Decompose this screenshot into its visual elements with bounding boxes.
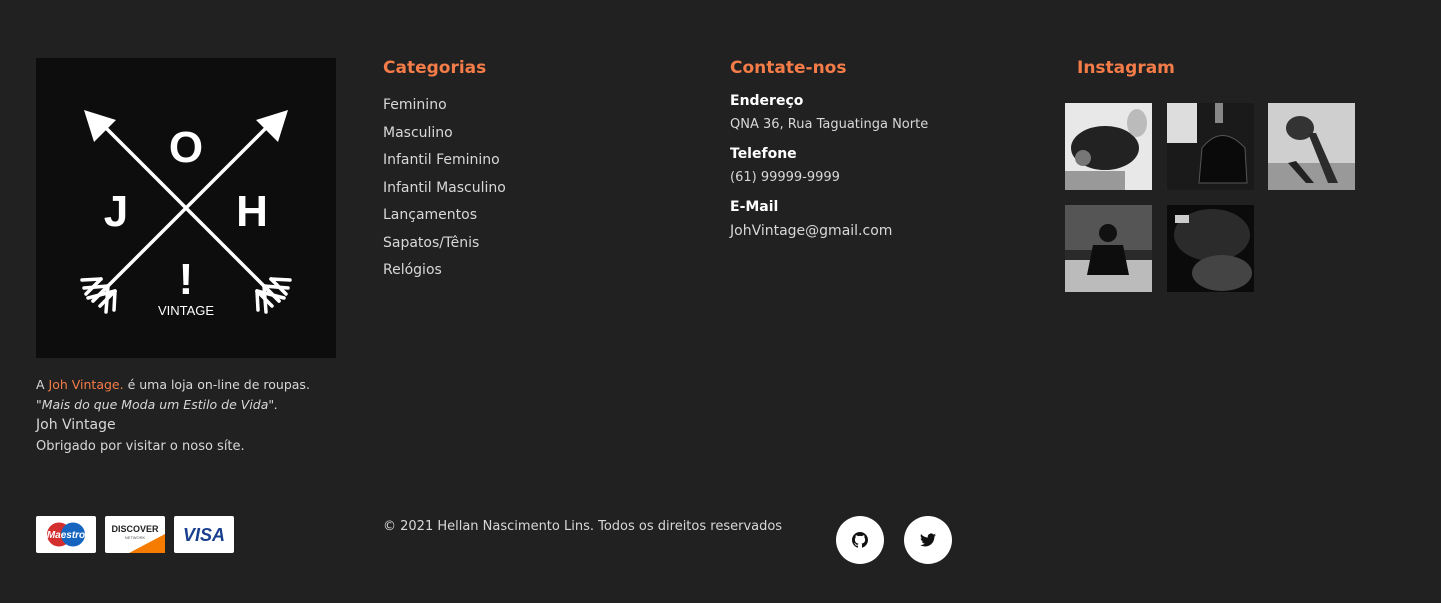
copyright-text: © 2021 Hellan Nascimento Lins. Todos os … [383, 519, 783, 534]
phone-value: (61) 99999-9999 [730, 170, 840, 185]
about-brand: Joh Vintage [36, 417, 116, 433]
joh-vintage-logo: O J H ! VINTAGE [80, 110, 292, 318]
category-link[interactable]: Sapatos/Tênis [383, 230, 506, 258]
twitter-icon [920, 533, 936, 547]
instagram-photo[interactable] [1167, 205, 1254, 292]
logo-letter-left: J [104, 187, 128, 236]
instagram-photo[interactable] [1065, 205, 1152, 292]
about-thanks: Obrigado por visitar o noso síte. [36, 439, 245, 454]
address-label: Endereço [730, 93, 804, 109]
brand-logo[interactable]: O J H ! VINTAGE [36, 58, 336, 358]
contact-section: Contate-nos Endereço QNA 36, Rua Taguati… [730, 58, 928, 239]
address-value: QNA 36, Rua Taguatinga Norte [730, 117, 929, 132]
discover-label: DISCOVER [111, 524, 159, 534]
categories-section: Categorias Feminino Masculino Infantil F… [383, 58, 506, 285]
category-link[interactable]: Feminino [383, 92, 506, 120]
logo-letter-top: O [169, 123, 203, 172]
category-link[interactable]: Masculino [383, 120, 506, 148]
maestro-label: Maestro [47, 530, 85, 541]
brand-link[interactable]: Joh Vintage. [49, 377, 124, 392]
email-link[interactable]: JohVintage@gmail.com [730, 223, 928, 239]
logo-tagline: VINTAGE [158, 303, 214, 318]
github-icon [852, 532, 868, 548]
maestro-card-icon: Maestro [36, 516, 96, 553]
email-label: E-Mail [730, 199, 779, 215]
instagram-photo[interactable] [1268, 103, 1355, 190]
twitter-button[interactable] [904, 516, 952, 564]
categories-list: Feminino Masculino Infantil Feminino Inf… [383, 92, 506, 285]
visa-label: VISA [183, 525, 225, 545]
category-link[interactable]: Infantil Masculino [383, 175, 506, 203]
category-link[interactable]: Lançamentos [383, 202, 506, 230]
instagram-photo[interactable] [1065, 103, 1152, 190]
instagram-section: Instagram [1077, 58, 1175, 78]
discover-sub: NETWORK [125, 535, 146, 540]
contact-title: Contate-nos [730, 58, 847, 78]
phone-label: Telefone [730, 146, 797, 162]
logo-mark: ! [179, 255, 194, 304]
about-middle: é uma loja on-line de roupas. [123, 377, 310, 392]
about-prefix: A [36, 377, 49, 392]
logo-letter-right: H [236, 187, 268, 236]
visa-card-icon: VISA [174, 516, 234, 553]
categories-title: Categorias [383, 58, 487, 78]
category-link[interactable]: Infantil Feminino [383, 147, 506, 175]
instagram-title: Instagram [1077, 58, 1175, 78]
about-quote: "Mais do que Moda um Estilo de Vida". [36, 397, 279, 412]
discover-card-icon: DISCOVER NETWORK [105, 516, 165, 553]
category-link[interactable]: Relógios [383, 257, 506, 285]
instagram-photo[interactable] [1167, 103, 1254, 190]
about-text: A Joh Vintage. é uma loja on-line de rou… [36, 375, 341, 457]
github-button[interactable] [836, 516, 884, 564]
